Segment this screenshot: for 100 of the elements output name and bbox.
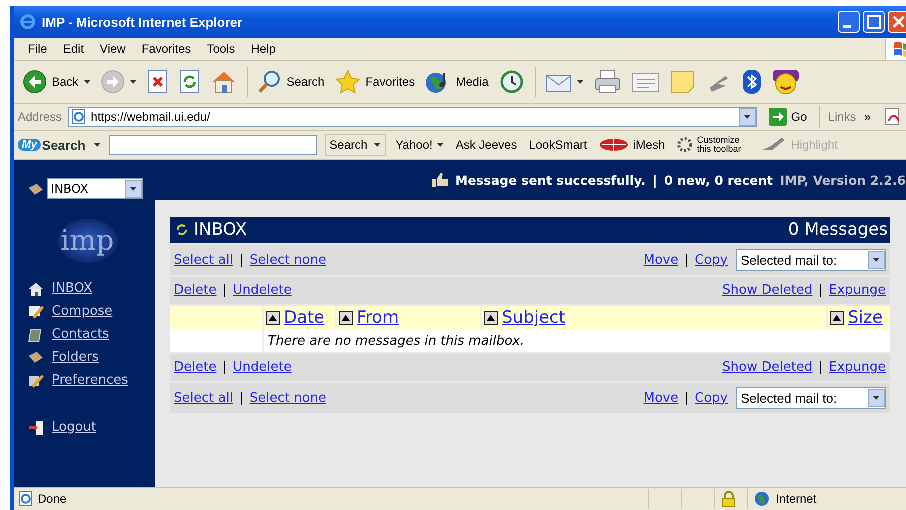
- arrow-left-icon: [23, 70, 47, 94]
- caret-icon[interactable]: [744, 115, 752, 119]
- media-button[interactable]: Media: [422, 68, 492, 96]
- action-link[interactable]: Copy: [695, 390, 728, 406]
- toolbar-link[interactable]: Customize this toolbar: [675, 136, 752, 154]
- book-icon: [28, 326, 44, 342]
- caret-icon[interactable]: [130, 80, 137, 84]
- action-link[interactable]: Delete: [174, 283, 217, 298]
- search-button[interactable]: Search: [324, 134, 386, 156]
- mysearch-logo[interactable]: My Search: [18, 138, 86, 152]
- refresh-icon: [178, 70, 201, 94]
- caret-icon[interactable]: [873, 258, 880, 262]
- close-icon[interactable]: [888, 11, 906, 33]
- minimize-icon[interactable]: [838, 11, 860, 33]
- notice-message: Message sent successfully.: [456, 172, 646, 188]
- action-link[interactable]: Delete: [174, 360, 217, 375]
- action-link[interactable]: Select none: [250, 390, 326, 406]
- separator: |: [222, 283, 228, 298]
- nav-link[interactable]: INBOX: [28, 277, 93, 300]
- toolbar-link[interactable]: Ask Jeeves: [454, 138, 520, 152]
- action-link[interactable]: Move: [644, 252, 679, 268]
- toolbar-link[interactable]: iMesh: [597, 138, 668, 152]
- search-field[interactable]: [108, 135, 317, 155]
- toolbar-link[interactable]: Yahoo!: [394, 138, 446, 152]
- caret-icon[interactable]: [873, 396, 880, 400]
- sort-icon[interactable]: [484, 311, 498, 325]
- page-icon: [18, 491, 34, 507]
- nav-link[interactable]: Preferences: [28, 369, 128, 392]
- sort-link[interactable]: From: [357, 308, 400, 328]
- note-icon: [670, 70, 696, 94]
- action-link[interactable]: Select none: [250, 252, 326, 268]
- maximize-icon[interactable]: [863, 11, 885, 33]
- message-count: 0 Messages: [788, 220, 888, 240]
- highlighter-icon: [761, 138, 788, 152]
- separator: |: [652, 172, 658, 188]
- nav-link[interactable]: Logout: [28, 416, 97, 439]
- menu-item[interactable]: Tools: [199, 42, 244, 56]
- action-link[interactable]: Expunge: [829, 360, 886, 375]
- mail-target-dropdown[interactable]: Selected mail to:: [736, 387, 886, 409]
- home-icon: [210, 70, 237, 94]
- action-link[interactable]: Undelete: [233, 283, 292, 298]
- action-link[interactable]: Show Deleted: [722, 283, 813, 298]
- menu-item[interactable]: File: [20, 42, 56, 56]
- caret-icon[interactable]: [436, 143, 444, 147]
- action-link[interactable]: Move: [644, 390, 679, 406]
- ie-logo-icon: [20, 14, 36, 30]
- version-text: IMP, Version 2.2.6: [780, 172, 906, 188]
- house-icon: [28, 280, 44, 296]
- sort-link[interactable]: Subject: [502, 308, 566, 328]
- back-button[interactable]: Back: [20, 68, 94, 96]
- separator: |: [239, 390, 244, 406]
- logo: imp: [58, 219, 118, 263]
- nav-link[interactable]: Contacts: [28, 323, 110, 346]
- page-icon: [71, 109, 88, 125]
- sort-icon[interactable]: [339, 311, 353, 325]
- caret-icon[interactable]: [374, 143, 381, 147]
- sort-icon[interactable]: [830, 311, 844, 325]
- folder-dropdown[interactable]: INBOX: [47, 178, 143, 199]
- separator: |: [684, 252, 690, 268]
- window-title: IMP - Microsoft Internet Explorer: [42, 14, 244, 30]
- sort-link[interactable]: Size: [848, 308, 883, 328]
- caret-icon[interactable]: [94, 143, 101, 147]
- action-link[interactable]: Select all: [174, 252, 234, 268]
- action-link[interactable]: Copy: [695, 252, 728, 268]
- stop-icon: [146, 70, 169, 94]
- action-link[interactable]: Undelete: [233, 360, 292, 375]
- nav-link[interactable]: Compose: [28, 300, 113, 323]
- toolbar-link[interactable]: LookSmart: [527, 138, 590, 152]
- refresh-icon[interactable]: [176, 224, 188, 236]
- action-link[interactable]: Select all: [174, 390, 234, 406]
- action-link[interactable]: Expunge: [829, 283, 886, 298]
- pen-paper-icon: [28, 304, 44, 320]
- nav-link[interactable]: Folders: [28, 346, 99, 369]
- empty-message: There are no messages in this mailbox.: [262, 330, 890, 352]
- menu-item[interactable]: Edit: [55, 42, 92, 56]
- favorites-button[interactable]: Favorites: [332, 68, 418, 96]
- globe-icon: [754, 491, 770, 507]
- exit-door-icon: [28, 420, 44, 436]
- caret-icon[interactable]: [130, 186, 137, 190]
- menu-item[interactable]: View: [92, 42, 134, 56]
- address-field[interactable]: https://webmail.ui.edu/: [68, 107, 758, 127]
- arrow-right-icon: [100, 70, 125, 94]
- thumbs-up-icon: [430, 173, 449, 187]
- printer-icon: [594, 70, 622, 94]
- chevron[interactable]: »: [864, 110, 871, 124]
- separator: |: [818, 360, 824, 375]
- mailbox-title: INBOX: [194, 220, 248, 240]
- mail-target-dropdown[interactable]: Selected mail to:: [736, 249, 886, 271]
- links-label: Links: [828, 110, 856, 124]
- caret-icon[interactable]: [576, 80, 584, 84]
- sort-link[interactable]: Date: [284, 308, 325, 328]
- sort-icon[interactable]: [266, 311, 280, 325]
- search-button[interactable]: Search: [254, 68, 328, 96]
- star-icon: [334, 70, 361, 94]
- menu-item[interactable]: Help: [243, 42, 284, 56]
- go-button[interactable]: Go: [763, 108, 814, 126]
- message-counts: 0 new, 0 recent: [664, 172, 774, 188]
- caret-icon[interactable]: [84, 80, 91, 84]
- action-link[interactable]: Show Deleted: [722, 360, 813, 375]
- menu-item[interactable]: Favorites: [134, 42, 200, 56]
